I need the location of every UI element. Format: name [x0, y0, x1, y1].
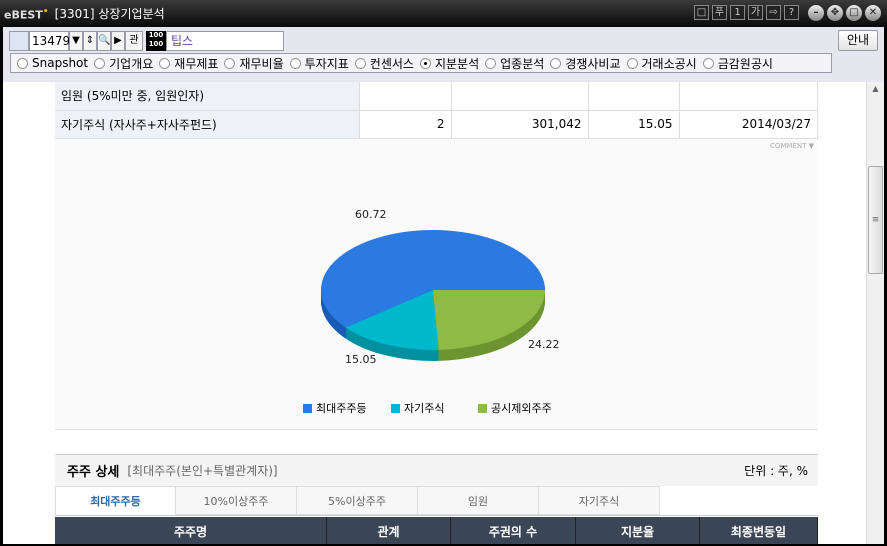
count-cell: 2 — [359, 110, 452, 139]
radio-icon[interactable] — [419, 57, 431, 69]
window-option-button[interactable]: □ — [694, 5, 709, 20]
shares-cell — [451, 82, 589, 111]
pie-chart: COMMENT ▼ 60.72 15.05 24.22 최대주주등 자기주식 공… — [55, 140, 818, 430]
radio-option[interactable]: 컨센서스 — [354, 55, 414, 72]
date-cell — [679, 82, 818, 111]
tab-treasury-stock[interactable]: 자기주식 — [539, 486, 660, 515]
count-cell — [359, 82, 452, 111]
detail-tabs: 최대주주등 10%이상주주 5%이상주주 임원 자기주식 — [55, 486, 818, 516]
radio-label: 거래소공시 — [641, 56, 697, 71]
data-label: 15.05 — [345, 353, 377, 366]
ebest-logo: eBEST• — [4, 5, 49, 22]
radio-label: 재무제표 — [174, 56, 219, 71]
ratio-cell: 15.05 — [588, 110, 680, 139]
relation-button[interactable]: 관 — [125, 31, 143, 51]
date-cell: 2014/03/27 — [679, 110, 818, 139]
code-color-box[interactable] — [9, 31, 29, 51]
shareholder-summary-table: 임원 (5%미만 중, 임원인자) 자기주식 (자사주+자사주펀드) 2 301… — [55, 82, 818, 139]
radio-option[interactable]: Snapshot — [17, 56, 88, 70]
scroll-thumb[interactable]: ≡ — [868, 166, 883, 274]
radio-label: 재무비율 — [239, 56, 284, 71]
guide-button[interactable]: 안내 — [838, 30, 878, 51]
shares-cell: 301,042 — [451, 110, 589, 139]
one-button[interactable]: 1 — [730, 5, 745, 20]
radio-label: 지분분석 — [434, 56, 480, 71]
radio-icon[interactable] — [354, 57, 366, 69]
scroll-up-icon[interactable]: ▲ — [867, 82, 884, 96]
stock-code-input[interactable]: 134790 — [29, 31, 78, 51]
window-title: [3301] 상장기업분석 — [54, 7, 165, 21]
radio-label: Snapshot — [32, 56, 89, 70]
radio-option[interactable]: 재무제표 — [159, 55, 218, 72]
section-subtitle: [최대주주(본인+특별관계자)] — [127, 464, 278, 478]
radio-icon[interactable] — [550, 57, 562, 69]
row-label: 자기주식 (자사주+자사주펀드) — [55, 110, 360, 139]
radio-label: 금감원공시 — [717, 56, 773, 71]
radio-label: 경쟁사비교 — [565, 56, 621, 71]
radio-icon[interactable] — [289, 57, 301, 69]
data-label: 24.22 — [528, 338, 560, 351]
column-header: 최종변동일 — [700, 517, 818, 544]
menu-radio-group: Snapshot 기업개요 재무제표 재무비율 투자지표 컨센서스 지분분석 업종분석 경쟁사비… — [10, 53, 832, 73]
table-header: 주주명 관계 주권의 수 지분율 최종변동일 — [55, 517, 818, 544]
move-icon[interactable]: ✥ — [827, 5, 843, 21]
column-header: 관계 — [327, 517, 451, 544]
table-row: 임원 (5%미만 중, 임원인자) — [55, 82, 818, 111]
radio-icon[interactable] — [94, 57, 106, 69]
row-label: 임원 (5%미만 중, 임원인자) — [55, 82, 360, 111]
play-icon[interactable]: ▶ — [111, 31, 125, 51]
help-button[interactable]: ? — [784, 5, 799, 20]
radio-label: 컨센서스 — [369, 56, 414, 71]
radio-option[interactable]: 금감원공시 — [702, 55, 773, 72]
column-header: 주주명 — [55, 517, 327, 544]
toolbar: 134790 ▼ ⇕ 🔍 ▶ 관 100 100 팁스 안내 Snapshot 기업… — [3, 27, 884, 82]
pin-button[interactable]: 푸 — [712, 5, 727, 20]
content-area: 임원 (5%미만 중, 임원인자) 자기주식 (자사주+자사주펀드) 2 301… — [3, 82, 866, 544]
tab-10pct-shareholders[interactable]: 10%이상주주 — [176, 486, 297, 515]
stepper-icon[interactable]: ⇕ — [83, 31, 97, 51]
column-header: 지분율 — [576, 517, 700, 544]
maximize-icon[interactable]: □ — [846, 5, 862, 21]
radio-icon[interactable] — [159, 57, 171, 69]
close-icon[interactable]: ✕ — [865, 5, 881, 21]
export-button[interactable]: ⇨ — [766, 5, 781, 20]
radio-option[interactable]: 재무비율 — [224, 55, 284, 72]
legend-item: 최대주주등 — [303, 400, 367, 416]
legend-item: 자기주식 — [391, 400, 444, 416]
radio-option[interactable]: 기업개요 — [94, 55, 153, 72]
radio-option[interactable]: 지분분석 — [419, 55, 480, 72]
title-bar: eBEST• [3301] 상장기업분석 □ 푸 1 가 ⇨ ? – ✥ □ ✕ — [0, 0, 887, 27]
search-icon[interactable]: 🔍 — [97, 31, 111, 51]
table-row: 자기주식 (자사주+자사주펀드) 2 301,042 15.05 2014/03… — [55, 110, 818, 139]
radio-option[interactable]: 경쟁사비교 — [550, 55, 621, 72]
unit-label: 단위 : 주, % — [744, 464, 808, 478]
radio-option[interactable]: 업종분석 — [485, 55, 544, 72]
data-label: 60.72 — [355, 208, 387, 221]
radio-label: 투자지표 — [304, 56, 349, 71]
section-title: 주주 상세 — [67, 465, 120, 480]
detail-header: 주주 상세 [최대주주(본인+특별관계자)] 단위 : 주, % — [55, 454, 818, 486]
minimize-icon[interactable]: – — [808, 5, 824, 21]
radio-icon[interactable] — [702, 57, 714, 69]
radio-icon[interactable] — [626, 57, 638, 69]
font-button[interactable]: 가 — [748, 5, 763, 20]
legend-item: 공시제외주주 — [478, 400, 552, 416]
radio-icon[interactable] — [17, 57, 28, 69]
tab-executives[interactable]: 임원 — [418, 486, 539, 515]
dropdown-icon[interactable]: ▼ — [69, 31, 83, 51]
radio-icon[interactable] — [485, 57, 497, 69]
column-header: 주권의 수 — [451, 517, 576, 544]
stock-name-field: 팁스 — [166, 31, 284, 51]
vertical-scrollbar[interactable]: ▲ ≡ — [866, 82, 884, 544]
radio-label: 업종분석 — [500, 56, 545, 71]
radio-icon[interactable] — [224, 57, 236, 69]
tab-largest-shareholders[interactable]: 최대주주등 — [55, 486, 176, 515]
100-icon: 100 100 — [146, 31, 166, 51]
radio-option[interactable]: 거래소공시 — [626, 55, 697, 72]
radio-label: 기업개요 — [109, 56, 154, 71]
tab-5pct-shareholders[interactable]: 5%이상주주 — [297, 486, 418, 515]
ratio-cell — [588, 82, 680, 111]
radio-option[interactable]: 투자지표 — [289, 55, 349, 72]
